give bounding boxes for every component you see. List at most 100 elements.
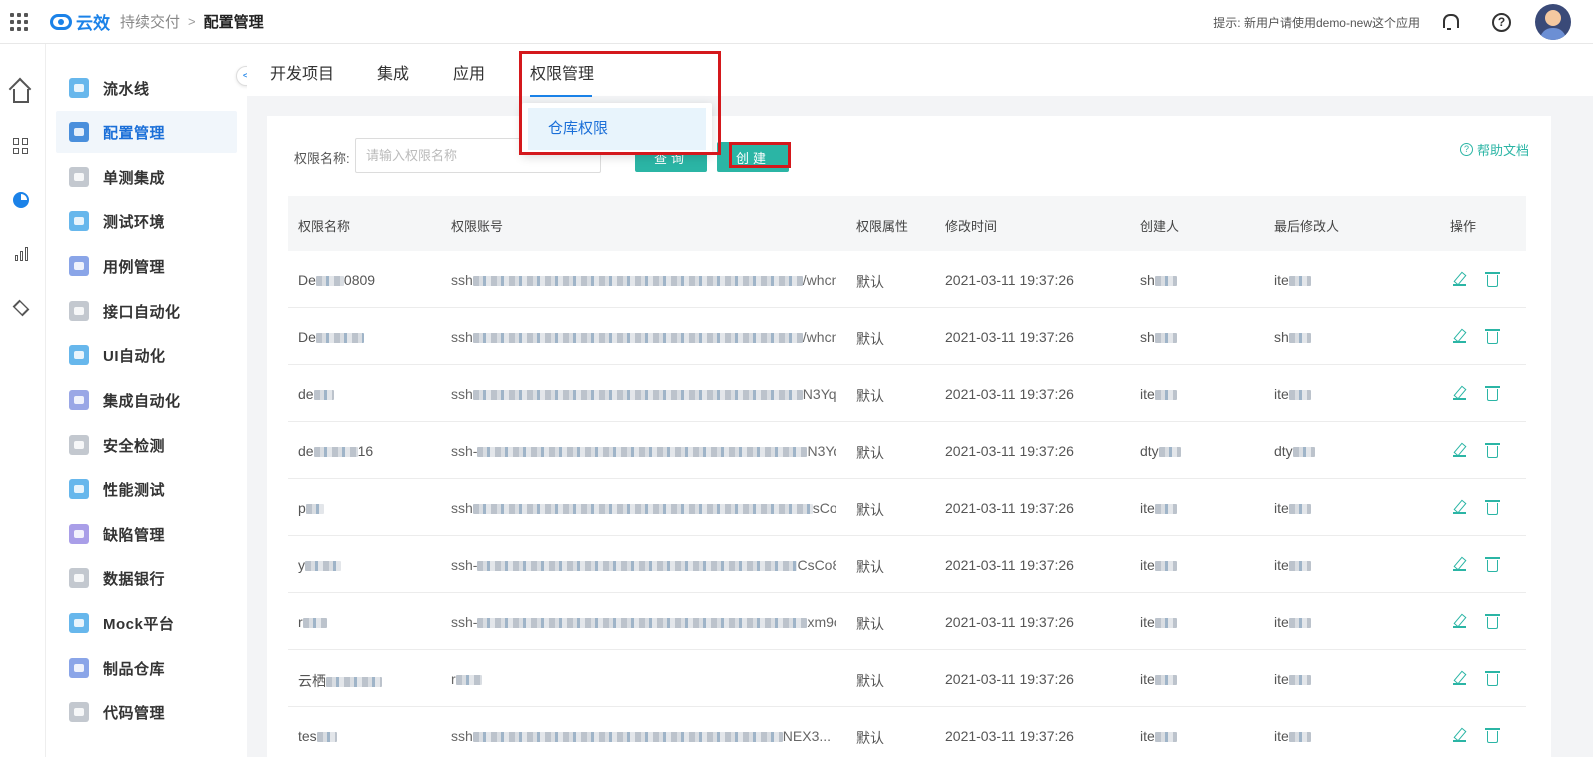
modifier-cell: ite (1274, 614, 1311, 630)
table-row: 云栖 r 默认 2021-03-11 19:37:26 ite ite (288, 650, 1526, 707)
trash-icon[interactable] (1485, 272, 1500, 287)
sidebar-item-ui-auto[interactable]: UI自动化 (56, 334, 237, 376)
bug-icon (69, 524, 89, 544)
edit-icon[interactable] (1453, 273, 1466, 286)
trash-icon[interactable] (1485, 500, 1500, 515)
sidebar-item-label: Mock平台 (103, 615, 175, 633)
apps-grid-icon[interactable] (10, 12, 28, 31)
trash-icon[interactable] (1485, 443, 1500, 458)
edit-icon[interactable] (1453, 672, 1466, 685)
logo-icon (50, 13, 72, 30)
permission-name-cell: de (298, 386, 334, 402)
sidebar-item-label: 用例管理 (103, 258, 166, 276)
edit-icon[interactable] (1453, 729, 1466, 742)
permission-account-cell: ssh NEX3... (451, 728, 832, 744)
help-doc-label: 帮助文档 (1477, 143, 1530, 158)
table-header: 权限名称 权限账号 权限属性 修改时间 创建人 最后修改人 操作 (288, 196, 1526, 251)
column-header: 最后修改人 (1274, 219, 1340, 234)
permission-name-cell: p (298, 500, 324, 516)
sidebar-item-test-env[interactable]: 测试环境 (56, 200, 237, 242)
sidebar-item-label: 单测集成 (103, 169, 166, 187)
trash-icon[interactable] (1485, 728, 1500, 743)
modified-time-cell: 2021-03-11 19:37:26 (945, 671, 1074, 687)
table-row: r ssh-xm9o... 默认 2021-03-11 19:37:26 ite ite (288, 593, 1526, 650)
permission-name-cell: De (298, 329, 364, 345)
modified-time-cell: 2021-03-11 19:37:26 (945, 329, 1074, 345)
tab-integration[interactable]: 集成 (377, 60, 409, 84)
breadcrumb-parent[interactable]: 持续交付 (120, 11, 180, 32)
sidebar-item-case[interactable]: 用例管理 (56, 245, 237, 287)
bell-icon[interactable] (1442, 14, 1459, 30)
filter-label: 权限名称: (294, 151, 350, 166)
modified-time-cell: 2021-03-11 19:37:26 (945, 500, 1074, 516)
icon-rail (0, 44, 46, 757)
sidebar-item-label: 代码管理 (103, 704, 166, 722)
mock-icon (69, 613, 89, 633)
permission-name-cell: 云栖 (298, 671, 382, 691)
sidebar-item-code[interactable]: 代码管理 (56, 691, 237, 733)
sidebar-item-performance[interactable]: 性能测试 (56, 468, 237, 510)
sidebar-item-security[interactable]: 安全检测 (56, 424, 237, 466)
modifier-cell: sh (1274, 329, 1311, 345)
permission-name-cell: de 16 (298, 443, 374, 459)
sidebar-item-mock[interactable]: Mock平台 (56, 602, 237, 644)
trash-icon[interactable] (1485, 386, 1500, 401)
ui-icon (69, 345, 89, 365)
top-bar: 云效 持续交付 > 配置管理 提示: 新用户请使用demo-new这个应用 ? (0, 0, 1593, 44)
creator-cell: ite (1140, 557, 1177, 573)
edit-icon[interactable] (1453, 501, 1466, 514)
table-row: De ssh/whcn... 默认 2021-03-11 19:37:26 sh sh (288, 308, 1526, 365)
table-row: De0809 ssh/whcn... 默认 2021-03-11 19:37:26 sh… (288, 251, 1526, 308)
permission-account-cell: ssh-CsCo8Q... (451, 557, 836, 573)
modifier-cell: ite (1274, 557, 1311, 573)
sidebar-item-pipeline[interactable]: 流水线 (56, 67, 237, 109)
edit-icon[interactable] (1453, 387, 1466, 400)
home-icon[interactable] (10, 82, 32, 104)
help-circle-icon: ? (1460, 143, 1473, 156)
trash-icon[interactable] (1485, 557, 1500, 572)
modifier-cell: ite (1274, 671, 1311, 687)
sidebar-item-label: 缺陷管理 (103, 526, 166, 544)
permission-name-cell: De 0809 (298, 272, 376, 288)
layers-icon[interactable] (10, 297, 32, 319)
sidebar-item-api-auto[interactable]: 接口自动化 (56, 290, 237, 332)
trash-icon[interactable] (1485, 329, 1500, 344)
tab-highlight (519, 51, 721, 155)
sidebar-item-bug[interactable]: 缺陷管理 (56, 513, 237, 555)
creator-cell: ite (1140, 728, 1177, 744)
tab-application[interactable]: 应用 (453, 60, 485, 84)
edit-icon[interactable] (1453, 444, 1466, 457)
sidebar: 流水线 配置管理 单测集成 测试环境 用例管理 接口自动化 UI自动化 集成自动… (46, 44, 247, 757)
edit-icon[interactable] (1453, 615, 1466, 628)
avatar[interactable] (1535, 4, 1571, 40)
sidebar-item-artifact[interactable]: 制品仓库 (56, 647, 237, 689)
edit-icon[interactable] (1453, 330, 1466, 343)
edit-icon[interactable] (1453, 558, 1466, 571)
permission-name-cell: y (298, 557, 341, 573)
permission-account-cell: ssh-N3YqB... (451, 443, 836, 459)
bar-chart-icon[interactable] (10, 243, 32, 265)
sidebar-item-config[interactable]: 配置管理 (56, 111, 237, 153)
pie-chart-icon[interactable] (10, 189, 32, 211)
tab-dev-project[interactable]: 开发项目 (270, 60, 334, 84)
creator-cell: sh (1140, 329, 1177, 345)
creator-cell: ite (1140, 614, 1177, 630)
permission-attr-cell: 默认 (856, 388, 884, 404)
api-icon (69, 301, 89, 321)
sidebar-item-label: 安全检测 (103, 437, 166, 455)
sidebar-item-data-bank[interactable]: 数据银行 (56, 557, 237, 599)
table-row: de sshN3YqB... 默认 2021-03-11 19:37:26 ite ite (288, 365, 1526, 422)
trash-icon[interactable] (1485, 671, 1500, 686)
help-icon[interactable]: ? (1492, 12, 1511, 32)
permission-name-cell: r (298, 614, 327, 630)
modifier-cell: ite (1274, 500, 1311, 516)
table-row: de16 ssh-N3YqB... 默认 2021-03-11 19:37:26 dty… (288, 422, 1526, 479)
trash-icon[interactable] (1485, 614, 1500, 629)
sidebar-item-unit-test[interactable]: 单测集成 (56, 156, 237, 198)
dashboard-grid-icon[interactable] (10, 135, 32, 157)
pipeline-icon (69, 78, 89, 98)
modified-time-cell: 2021-03-11 19:37:26 (945, 614, 1074, 630)
help-doc-link[interactable]: ? 帮助文档 (1460, 140, 1529, 159)
logo[interactable]: 云效 (50, 9, 110, 34)
sidebar-item-integration-auto[interactable]: 集成自动化 (56, 379, 237, 421)
